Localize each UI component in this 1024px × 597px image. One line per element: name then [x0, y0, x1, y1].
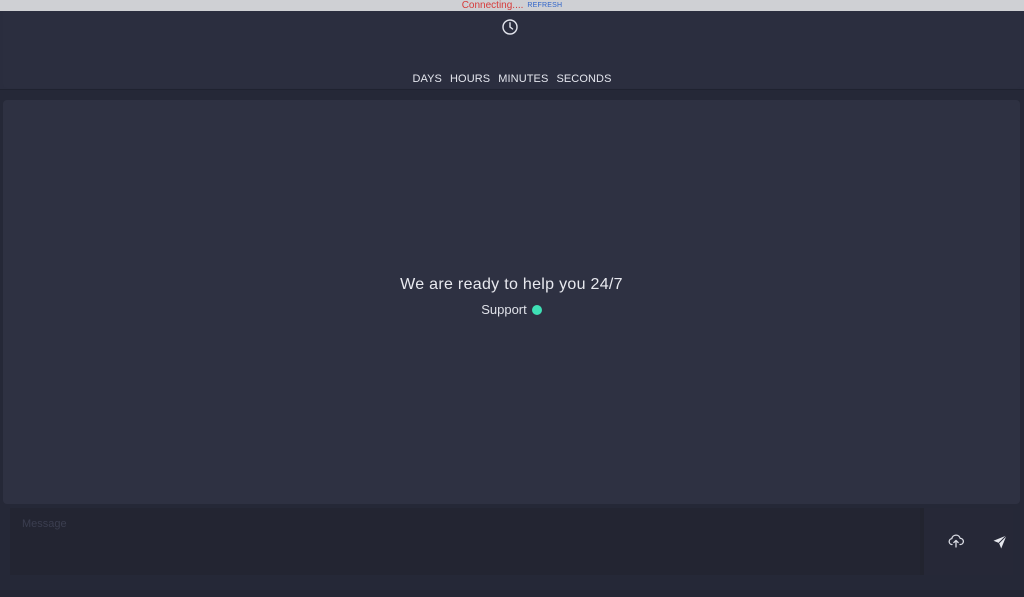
- footer-strip: [0, 590, 1024, 597]
- connection-status-bar: Connecting.... REFRESH: [0, 0, 1024, 11]
- online-status-dot: [531, 304, 542, 315]
- composer-actions: [924, 508, 1013, 575]
- unit-hours: HOURS: [450, 73, 491, 85]
- refresh-link[interactable]: REFRESH: [527, 0, 562, 11]
- connection-status-text: Connecting....: [461, 0, 524, 11]
- support-label: Support: [481, 302, 527, 317]
- message-composer: [10, 508, 1013, 575]
- unit-minutes: MINUTES: [498, 73, 549, 85]
- welcome-message: We are ready to help you 24/7: [400, 276, 623, 293]
- send-icon[interactable]: [988, 530, 1012, 554]
- countdown-units: DAYS HOURS MINUTES SECONDS: [0, 73, 1024, 85]
- support-status: Support: [3, 302, 1020, 317]
- chat-panel: We are ready to help you 24/7 Support: [3, 100, 1020, 504]
- unit-days: DAYS: [412, 73, 442, 85]
- message-input[interactable]: [10, 508, 920, 575]
- cloud-upload-icon[interactable]: [944, 529, 968, 553]
- clock-icon: [501, 18, 519, 36]
- unit-seconds: SECONDS: [556, 73, 612, 85]
- timer-panel: DAYS HOURS MINUTES SECONDS: [0, 11, 1024, 90]
